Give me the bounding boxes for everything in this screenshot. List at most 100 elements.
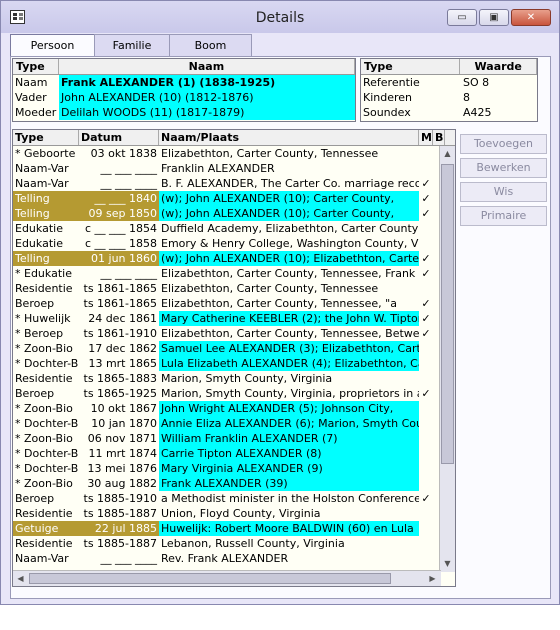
event-m-flag	[419, 416, 433, 431]
event-type: * Huwelijk	[15, 312, 71, 325]
column-waarde[interactable]: Waarde	[460, 59, 537, 74]
attribute-grid[interactable]: Type Waarde Referentie SO 8 Kinderen 8 S…	[360, 58, 538, 122]
event-row[interactable]: * Zoon-Bio 06 nov 1871 William Franklin AL…	[13, 431, 455, 446]
event-row[interactable]: Beroep ts 1885-1910 a Methodist minister i…	[13, 491, 455, 506]
event-place: Carrie Tipton ALEXANDER (8)	[159, 446, 419, 461]
column-type[interactable]: Type	[361, 59, 461, 74]
event-type: Residentie	[15, 372, 73, 385]
event-row[interactable]: Naam-Var __ ___ ____ Franklin ALEXANDER	[13, 161, 455, 176]
event-row[interactable]: Telling 01 jun 1860 (w); John ALEXANDER (1…	[13, 251, 455, 266]
event-date: ts 1885-1887	[83, 507, 158, 520]
event-m-flag	[419, 281, 433, 296]
event-row[interactable]: Naam-Var __ ___ ____ Rev. Frank ALEXANDER	[13, 551, 455, 566]
person-grid[interactable]: Type Naam Naam Frank ALEXANDER (1) (1838…	[12, 58, 356, 122]
tab-familie[interactable]: Familie	[94, 34, 170, 56]
vertical-scroll-thumb[interactable]	[441, 164, 454, 464]
event-m-flag	[419, 461, 433, 476]
minimize-button[interactable]: ▭	[447, 9, 477, 26]
event-date: 24 dec 1861	[88, 312, 157, 325]
event-row[interactable]: Residentie ts 1865-1883 Marion, Smyth Coun…	[13, 371, 455, 386]
event-row[interactable]: * Zoon-Bio 30 aug 1882 Frank ALEXANDER (39…	[13, 476, 455, 491]
person-row[interactable]: Naam Frank ALEXANDER (1) (1838-1925)	[13, 75, 355, 90]
title-bar[interactable]: Details ▭ ▣ ✕	[1, 1, 559, 33]
attribute-row[interactable]: Kinderen 8	[361, 90, 537, 105]
event-row[interactable]: Naam-Var __ ___ ____ B. F. ALEXANDER, The …	[13, 176, 455, 191]
attribute-row[interactable]: Soundex A425	[361, 105, 537, 120]
event-row[interactable]: Beroep ts 1865-1925 Marion, Smyth County, …	[13, 386, 455, 401]
event-row[interactable]: * Beroep ts 1861-1910 Elizabethton, Carter…	[13, 326, 455, 341]
event-type: * Zoon-Bio	[15, 432, 73, 445]
event-row[interactable]: Beroep ts 1861-1865 Elizabethton, Carter C…	[13, 296, 455, 311]
events-grid[interactable]: Type Datum Naam/Plaats M B * Geboorte 03 …	[12, 129, 456, 587]
event-m-flag: ✓	[421, 177, 431, 190]
maximize-button[interactable]: ▣	[479, 9, 509, 26]
event-row[interactable]: * Zoon-Bio 10 okt 1867 John Wright ALEXAND…	[13, 401, 455, 416]
delete-button[interactable]: Wis	[460, 182, 547, 202]
event-place: Lula Elizabeth ALEXANDER (4); Elizabetht…	[159, 356, 419, 371]
scroll-right-icon[interactable]: ▶	[425, 571, 440, 586]
primary-button[interactable]: Primaire	[460, 206, 547, 226]
edit-button[interactable]: Bewerken	[460, 158, 547, 178]
horizontal-scroll-thumb[interactable]	[29, 573, 391, 584]
event-m-flag	[419, 431, 433, 446]
event-row[interactable]: Residentie ts 1885-1887 Lebanon, Russell C…	[13, 536, 455, 551]
events-grid-header: Type Datum Naam/Plaats M B	[13, 130, 455, 146]
scroll-left-icon[interactable]: ◀	[13, 571, 28, 586]
add-button[interactable]: Toevoegen	[460, 134, 547, 154]
event-row[interactable]: * Dochter-Bio 13 mei 1876Mary Virginia AL…	[13, 461, 455, 476]
event-row[interactable]: * Huwelijk 24 dec 1861 Mary Catherine KEEB…	[13, 311, 455, 326]
event-place: Marion, Smyth County, Virginia	[161, 372, 333, 385]
event-row[interactable]: * Zoon-Bio 17 dec 1862 Samuel Lee ALEXANDE…	[13, 341, 455, 356]
person-row[interactable]: Vader John ALEXANDER (10) (1812-1876)	[13, 90, 355, 105]
column-type[interactable]: Type	[13, 59, 59, 74]
event-row[interactable]: Telling __ ___ 1840 (w); John ALEXANDER (1…	[13, 191, 455, 206]
event-m-flag	[419, 551, 433, 566]
event-type: * Zoon-Bio	[15, 477, 73, 490]
attribute-row[interactable]: Referentie SO 8	[361, 75, 537, 90]
tab-persoon[interactable]: Persoon	[10, 34, 95, 57]
scroll-up-icon[interactable]: ▲	[440, 146, 455, 162]
close-button[interactable]: ✕	[511, 9, 551, 26]
event-date: 17 dec 1862	[88, 342, 157, 355]
event-m-flag	[419, 221, 433, 236]
event-row[interactable]: * Dochter-Bio 13 mrt 1865Lula Elizabeth A…	[13, 356, 455, 371]
person-row-type: Vader	[15, 91, 47, 104]
event-row[interactable]: Edukatie c __ ___ 1854 Duffield Academy, E…	[13, 221, 455, 236]
event-row[interactable]: Edukatie c __ ___ 1858 Emory & Henry Colle…	[13, 236, 455, 251]
event-date: 10 jan 1870	[91, 417, 157, 430]
event-date: 09 sep 1850	[79, 206, 159, 221]
event-row[interactable]: * Edukatie __ ___ ____ Elizabethton, Carte…	[13, 266, 455, 281]
attribute-row-value: 8	[463, 91, 470, 104]
column-naam[interactable]: Naam	[59, 59, 355, 74]
event-row[interactable]: Residentie ts 1885-1887 Union, Floyd Count…	[13, 506, 455, 521]
person-row[interactable]: Moeder Delilah WOODS (11) (1817-1879)	[13, 105, 355, 120]
column-datum[interactable]: Datum	[79, 130, 159, 145]
person-row-value: Frank ALEXANDER (1) (1838-1925)	[59, 75, 355, 90]
column-m[interactable]: M	[419, 130, 433, 145]
event-m-flag: ✓	[421, 312, 431, 325]
person-grid-header: Type Naam	[13, 59, 355, 75]
event-date: 06 nov 1871	[87, 432, 157, 445]
event-row[interactable]: Getuige 22 jul 1885 Huwelijk: Robert Moore…	[13, 521, 455, 536]
event-place: Annie Eliza ALEXANDER (6); Marion, Smyth…	[159, 416, 419, 431]
event-m-flag: ✓	[421, 252, 431, 265]
event-row[interactable]: Residentie ts 1861-1865 Elizabethton, Cart…	[13, 281, 455, 296]
event-date: ts 1885-1887	[83, 537, 158, 550]
event-m-flag	[419, 536, 433, 551]
horizontal-scrollbar[interactable]: ◀ ▶	[13, 570, 441, 586]
column-b[interactable]: B	[433, 130, 445, 145]
event-row[interactable]: * Dochter-Bio 11 mrt 1874Carrie Tipton AL…	[13, 446, 455, 461]
event-place: Lebanon, Russell County, Virginia	[161, 537, 345, 550]
event-row[interactable]: * Dochter-Bio 10 jan 1870Annie Eliza ALEX…	[13, 416, 455, 431]
tab-boom[interactable]: Boom	[169, 34, 252, 56]
event-place: Mary Virginia ALEXANDER (9)	[159, 461, 419, 476]
scroll-down-icon[interactable]: ▼	[440, 556, 455, 572]
column-type[interactable]: Type	[13, 130, 79, 145]
event-place: (w); John ALEXANDER (10); Carter County,	[159, 191, 419, 206]
event-row[interactable]: * Geboorte 03 okt 1838 Elizabethton, Carte…	[13, 146, 455, 161]
event-row[interactable]: Telling 09 sep 1850 (w); John ALEXANDER (1…	[13, 206, 455, 221]
event-place: John Wright ALEXANDER (5); Johnson City,	[159, 401, 419, 416]
vertical-scrollbar[interactable]: ▲ ▼	[439, 146, 455, 572]
event-type: Naam-Var	[15, 177, 69, 190]
column-naam-plaats[interactable]: Naam/Plaats	[159, 130, 419, 145]
